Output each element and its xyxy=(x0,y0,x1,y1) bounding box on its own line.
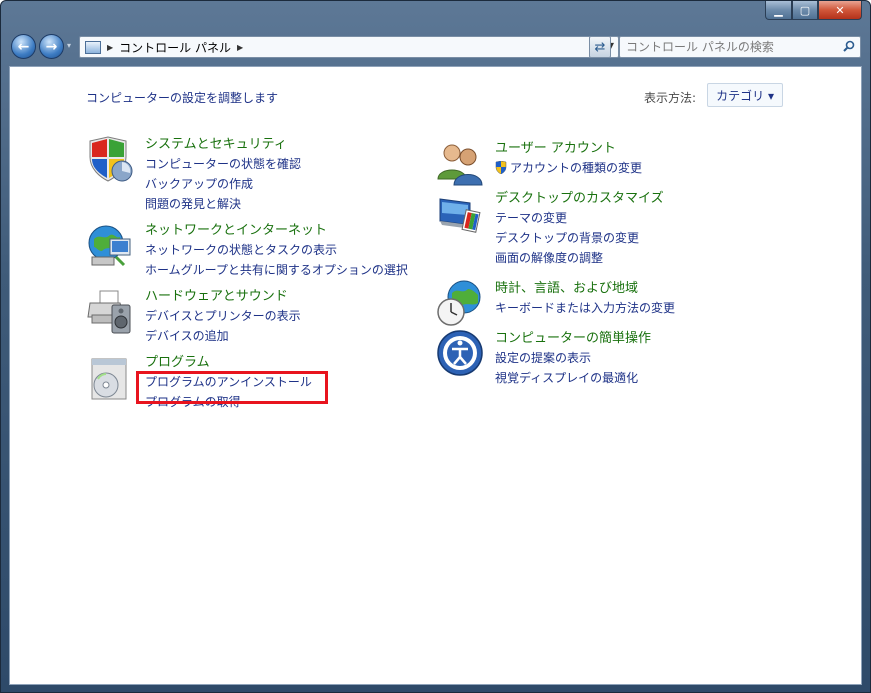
link-find-fix-problems[interactable]: 問題の発見と解決 xyxy=(145,194,301,214)
page-title: コンピューターの設定を調整します xyxy=(86,91,279,105)
desktop-customize-icon[interactable] xyxy=(436,189,484,237)
highlight-annotation xyxy=(136,371,328,404)
link-change-account-type[interactable]: アカウントの種類の変更 xyxy=(495,158,642,178)
search-box[interactable] xyxy=(619,36,861,58)
maximize-button[interactable]: ▢ xyxy=(792,1,818,20)
arrow-left-icon: ← xyxy=(17,38,30,55)
category-links: デスクトップのカスタマイズ テーマの変更 デスクトップの背景の変更 画面の解像度… xyxy=(495,189,664,268)
control-panel-window: ▁ ▢ ✕ ← → ▾ ▶ コントロール パネル ▶ ▼ ⇄ xyxy=(0,0,871,693)
category-title-ease-of-access[interactable]: コンピューターの簡単操作 xyxy=(495,329,651,348)
users-icon[interactable] xyxy=(436,139,484,187)
link-change-theme[interactable]: テーマの変更 xyxy=(495,208,664,228)
minimize-button[interactable]: ▁ xyxy=(765,1,792,20)
caption-controls: ▁ ▢ ✕ xyxy=(765,1,862,21)
breadcrumb-control-panel[interactable]: コントロール パネル xyxy=(119,39,231,56)
category-title-system-security[interactable]: システムとセキュリティ xyxy=(145,135,301,154)
search-input[interactable] xyxy=(626,40,826,54)
programs-disc-icon[interactable] xyxy=(86,353,134,401)
close-button[interactable]: ✕ xyxy=(818,1,862,20)
link-view-devices-printers[interactable]: デバイスとプリンターの表示 xyxy=(145,306,301,326)
category-title-user-accounts[interactable]: ユーザー アカウント xyxy=(495,139,642,158)
search-icon[interactable] xyxy=(843,40,855,52)
back-button[interactable]: ← xyxy=(11,34,36,59)
link-homegroup-sharing-options[interactable]: ホームグループと共有に関するオプションの選択 xyxy=(145,260,408,280)
breadcrumb-chevron-icon[interactable]: ▶ xyxy=(107,43,113,52)
category-title-programs[interactable]: プログラム xyxy=(145,353,312,372)
category-links: システムとセキュリティ コンピューターの状態を確認 バックアップの作成 問題の発… xyxy=(145,135,301,214)
globe-network-icon[interactable] xyxy=(86,221,134,269)
link-view-network-status[interactable]: ネットワークの状態とタスクの表示 xyxy=(145,240,408,260)
category-links: コンピューターの簡単操作 設定の提案の表示 視覚ディスプレイの最適化 xyxy=(495,329,651,388)
forward-button[interactable]: → xyxy=(39,34,64,59)
breadcrumb-chevron-icon[interactable]: ▶ xyxy=(237,43,243,52)
printer-speaker-icon[interactable] xyxy=(86,287,134,335)
link-add-device[interactable]: デバイスの追加 xyxy=(145,326,301,346)
category-title-clock-language-region[interactable]: 時計、言語、および地域 xyxy=(495,279,675,298)
link-adjust-screen-resolution[interactable]: 画面の解像度の調整 xyxy=(495,248,664,268)
category-title-network-internet[interactable]: ネットワークとインターネット xyxy=(145,221,408,240)
arrow-right-icon: → xyxy=(45,38,58,55)
link-optimize-visual-display[interactable]: 視覚ディスプレイの最適化 xyxy=(495,368,651,388)
navigation-bar: ← → ▾ ▶ コントロール パネル ▶ ▼ ⇄ xyxy=(9,32,862,62)
view-by-label: 表示方法: xyxy=(643,91,696,105)
refresh-icon: ⇄ xyxy=(594,39,606,55)
link-check-computer-status[interactable]: コンピューターの状態を確認 xyxy=(145,154,301,174)
link-change-desktop-background[interactable]: デスクトップの背景の変更 xyxy=(495,228,664,248)
link-let-windows-suggest-settings[interactable]: 設定の提案の表示 xyxy=(495,348,651,368)
view-by-dropdown[interactable]: カテゴリ ▾ xyxy=(707,83,783,107)
recent-pages-dropdown[interactable]: ▾ xyxy=(67,41,71,50)
content-pane: コンピューターの設定を調整します 表示方法: カテゴリ ▾ システムとセキュリテ… xyxy=(9,66,862,685)
link-change-keyboard-input[interactable]: キーボードまたは入力方法の変更 xyxy=(495,298,675,318)
ease-of-access-icon[interactable] xyxy=(436,329,484,377)
clock-globe-icon[interactable] xyxy=(436,279,484,327)
control-panel-icon xyxy=(85,40,101,54)
uac-shield-icon xyxy=(495,161,507,174)
category-links: ネットワークとインターネット ネットワークの状態とタスクの表示 ホームグループと… xyxy=(145,221,408,280)
category-title-hardware-sound[interactable]: ハードウェアとサウンド xyxy=(145,287,301,306)
address-bar[interactable]: ▶ コントロール パネル ▶ ▼ xyxy=(79,36,619,58)
category-links: 時計、言語、および地域 キーボードまたは入力方法の変更 xyxy=(495,279,675,318)
category-title-appearance[interactable]: デスクトップのカスタマイズ xyxy=(495,189,664,208)
link-create-backup[interactable]: バックアップの作成 xyxy=(145,174,301,194)
refresh-button[interactable]: ⇄ xyxy=(589,36,611,58)
shield-icon[interactable] xyxy=(86,135,134,183)
category-links: ハードウェアとサウンド デバイスとプリンターの表示 デバイスの追加 xyxy=(145,287,301,346)
category-links: ユーザー アカウント アカウントの種類の変更 xyxy=(495,139,642,178)
link-change-account-type-label: アカウントの種類の変更 xyxy=(510,161,643,175)
